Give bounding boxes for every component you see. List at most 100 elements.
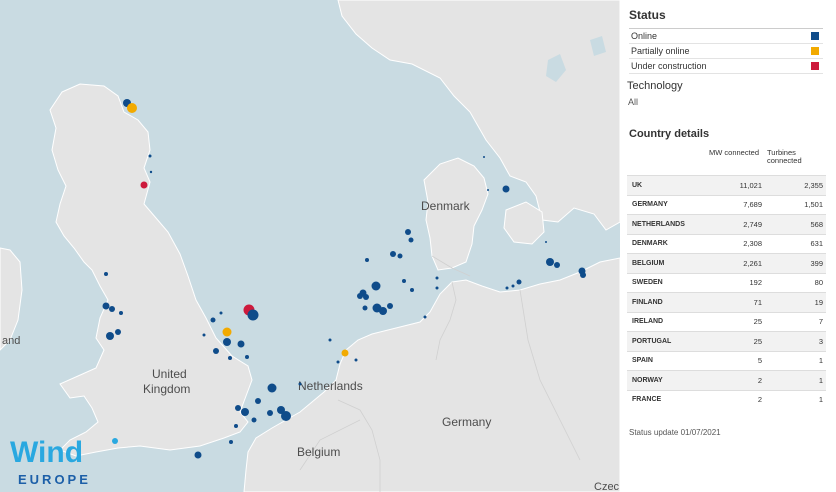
wind-farm-online-marker[interactable] (328, 338, 332, 342)
map-canvas[interactable]: Denmark United Kingdom Netherlands Germa… (0, 0, 620, 492)
wind-farm-online-marker[interactable] (580, 272, 586, 278)
cell-turbines-connected: 1 (765, 370, 826, 390)
legend-item-online[interactable]: Online (629, 29, 823, 44)
wind-farm-online-marker[interactable] (505, 286, 509, 290)
table-row[interactable]: BELGIUM 2,261 399 (627, 253, 826, 273)
legend-label: Online (631, 31, 658, 41)
wind-farm-online-marker[interactable] (298, 382, 302, 386)
table-row[interactable]: DENMARK 2,308 631 (627, 233, 826, 254)
table-row[interactable]: UK 11,021 2,355 (627, 175, 826, 195)
logo-wind-text: Wind (10, 436, 83, 469)
wind-farm-online-marker[interactable] (487, 189, 489, 191)
wind-farm-online-marker[interactable] (106, 332, 114, 340)
table-row[interactable]: NORWAY 2 1 (627, 370, 826, 390)
wind-farm-online-marker[interactable] (397, 253, 403, 259)
table-row[interactable]: NETHERLANDS 2,749 568 (627, 214, 826, 234)
cell-mw-connected: 2 (707, 370, 765, 390)
legend-swatch-partial (811, 47, 819, 55)
technology-filter-value[interactable]: All (628, 97, 638, 107)
wind-farm-online-marker[interactable] (119, 311, 123, 315)
map-view[interactable]: Denmark United Kingdom Netherlands Germa… (0, 0, 620, 492)
wind-farm-online-marker[interactable] (247, 309, 259, 321)
wind-farm-online-marker[interactable] (410, 288, 414, 292)
wind-farm-online-marker[interactable] (148, 154, 152, 158)
wind-farm-online-marker[interactable] (255, 398, 261, 404)
cell-country: NORWAY (627, 370, 707, 390)
wind-farm-online-marker[interactable] (281, 411, 291, 421)
wind-farm-online-marker[interactable] (223, 338, 231, 346)
wind-farm-online-marker[interactable] (213, 348, 219, 354)
wind-farm-online-marker[interactable] (362, 305, 368, 311)
wind-farm-online-marker[interactable] (405, 229, 411, 235)
label-uk-line1: United (152, 367, 187, 381)
cell-country: IRELAND (627, 311, 707, 332)
cell-country: NETHERLANDS (627, 214, 707, 234)
wind-farm-online-marker[interactable] (354, 358, 358, 362)
wind-farm-online-marker[interactable] (511, 284, 515, 288)
cell-turbines-connected: 1 (765, 389, 826, 409)
wind-farm-online-marker[interactable] (379, 307, 387, 315)
legend-item-partially-online[interactable]: Partially online (629, 44, 823, 59)
wind-farm-online-marker[interactable] (554, 262, 560, 268)
wind-farm-partially-online-marker[interactable] (127, 103, 137, 113)
cell-country: PORTUGAL (627, 331, 707, 351)
wind-farm-online-marker[interactable] (234, 424, 238, 428)
table-row[interactable]: SPAIN 5 1 (627, 350, 826, 371)
wind-farm-online-marker[interactable] (245, 355, 249, 359)
wind-farm-online-marker[interactable] (149, 170, 153, 174)
table-row[interactable]: IRELAND 25 7 (627, 311, 826, 332)
wind-farm-under-construction-marker[interactable] (140, 181, 148, 189)
cell-turbines-connected: 2,355 (765, 175, 826, 195)
wind-farm-online-marker[interactable] (267, 410, 273, 416)
table-row[interactable]: FINLAND 71 19 (627, 292, 826, 312)
wind-farm-online-marker[interactable] (202, 333, 206, 337)
legend-item-under-construction[interactable]: Under construction (629, 59, 823, 74)
wind-farm-online-marker[interactable] (267, 383, 277, 393)
wind-farm-online-marker[interactable] (237, 340, 245, 348)
wind-farm-online-marker[interactable] (387, 303, 393, 309)
wind-farm-partially-online-marker[interactable] (341, 349, 349, 357)
wind-farm-online-marker[interactable] (408, 237, 414, 243)
cell-turbines-connected: 19 (765, 292, 826, 312)
table-header-row: MW connected Turbines connected (627, 147, 826, 176)
wind-farm-online-marker[interactable] (545, 241, 547, 243)
wind-farm-online-marker[interactable] (109, 306, 115, 312)
cell-mw-connected: 2,308 (707, 233, 765, 254)
label-uk-line2: Kingdom (143, 382, 190, 396)
wind-farm-online-marker[interactable] (363, 294, 369, 300)
wind-farm-online-marker[interactable] (251, 417, 257, 423)
wind-farm-online-marker[interactable] (435, 286, 439, 290)
wind-farm-online-marker[interactable] (229, 440, 233, 444)
country-details-title: Country details (629, 128, 710, 140)
wind-farm-online-marker[interactable] (115, 329, 121, 335)
wind-farm-online-marker[interactable] (516, 279, 522, 285)
cell-mw-connected: 25 (707, 331, 765, 351)
wind-farm-online-marker[interactable] (371, 281, 381, 291)
wind-farm-online-marker[interactable] (104, 272, 108, 276)
cell-country: FRANCE (627, 389, 707, 409)
table-row[interactable]: FRANCE 2 1 (627, 389, 826, 409)
wind-farm-online-marker[interactable] (546, 258, 554, 266)
table-row[interactable]: PORTUGAL 25 3 (627, 331, 826, 351)
wind-farm-online-marker[interactable] (502, 185, 510, 193)
wind-farm-online-marker[interactable] (102, 302, 110, 310)
cell-mw-connected: 192 (707, 272, 765, 293)
wind-farm-online-marker[interactable] (241, 408, 249, 416)
table-row[interactable]: SWEDEN 192 80 (627, 272, 826, 293)
wind-farm-online-marker[interactable] (210, 317, 216, 323)
cell-country: BELGIUM (627, 253, 707, 273)
wind-farm-online-marker[interactable] (194, 451, 202, 459)
wind-farm-online-marker[interactable] (435, 276, 439, 280)
wind-farm-online-marker[interactable] (357, 293, 363, 299)
wind-farm-online-marker[interactable] (423, 315, 427, 319)
wind-farm-online-marker[interactable] (402, 279, 406, 283)
wind-farm-online-marker[interactable] (235, 405, 241, 411)
wind-farm-online-marker[interactable] (219, 311, 223, 315)
wind-farm-online-marker[interactable] (365, 258, 369, 262)
wind-farm-online-marker[interactable] (390, 251, 396, 257)
table-row[interactable]: GERMANY 7,689 1,501 (627, 194, 826, 215)
wind-farm-online-marker[interactable] (483, 156, 485, 158)
wind-farm-online-marker[interactable] (336, 360, 340, 364)
wind-farm-partially-online-marker[interactable] (222, 327, 232, 337)
wind-farm-online-marker[interactable] (228, 356, 232, 360)
